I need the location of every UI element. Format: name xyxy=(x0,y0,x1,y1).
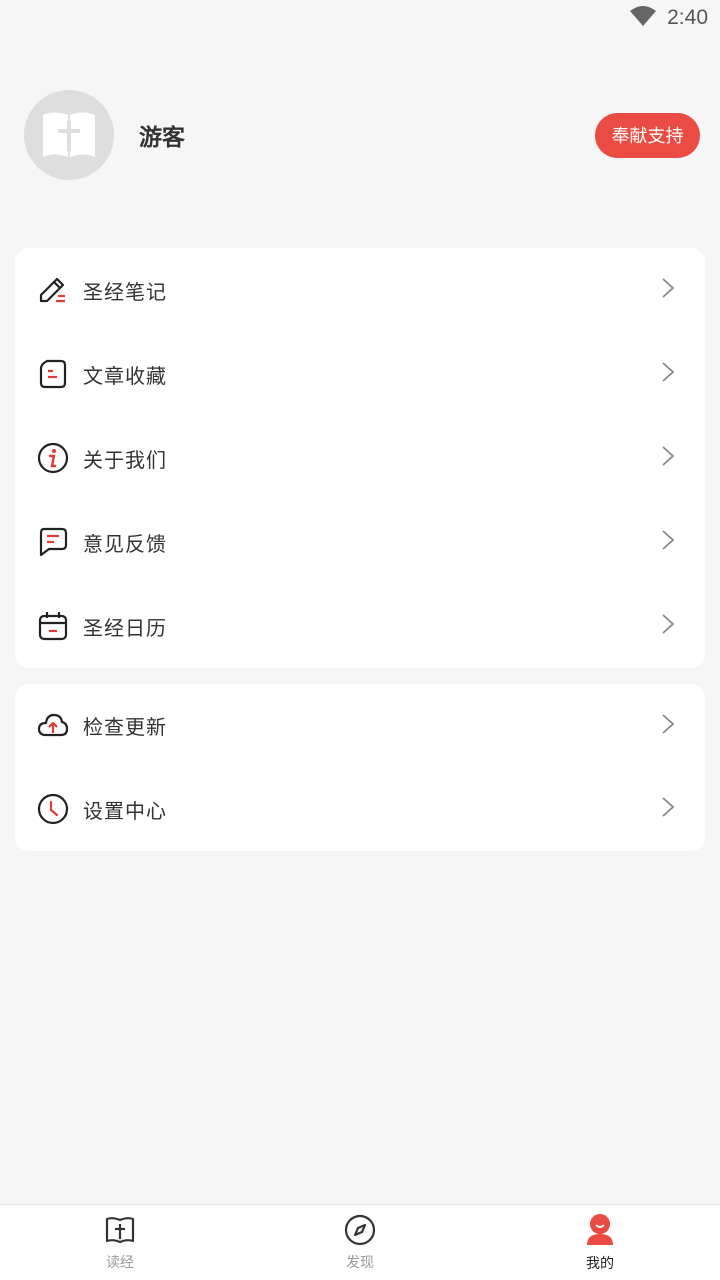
status-time: 2:40 xyxy=(667,6,708,29)
bible-avatar-icon xyxy=(43,112,95,157)
tab-label: 读经 xyxy=(106,1254,134,1271)
menu-item-settings-center[interactable]: 设置中心 xyxy=(15,768,705,852)
menu-item-label: 意见反馈 xyxy=(83,531,167,556)
menu-item-feedback[interactable]: 意见反馈 xyxy=(15,500,705,584)
status-bar: 2:40 xyxy=(0,0,720,36)
menu-item-label: 设置中心 xyxy=(83,798,167,823)
menu-item-about-us[interactable]: 关于我们 xyxy=(15,416,705,500)
cloud-upload-icon xyxy=(37,710,69,742)
compass-icon xyxy=(344,1214,376,1250)
feedback-chat-icon xyxy=(37,526,69,558)
chevron-right-icon xyxy=(661,713,675,739)
profile-header: 游客 奉献支持 xyxy=(24,90,700,180)
chevron-right-icon xyxy=(661,613,675,639)
menu-item-check-update[interactable]: 检查更新 xyxy=(15,684,705,768)
chevron-right-icon xyxy=(661,445,675,471)
calendar-icon xyxy=(37,610,69,642)
menu-item-label: 圣经日历 xyxy=(83,615,167,640)
chevron-right-icon xyxy=(661,529,675,555)
menu-item-label: 圣经笔记 xyxy=(83,279,167,304)
tab-read-bible[interactable]: 读经 xyxy=(0,1205,240,1280)
bookmark-collection-icon xyxy=(37,358,69,390)
chevron-right-icon xyxy=(661,796,675,822)
menu-item-label: 关于我们 xyxy=(83,447,167,472)
edit-note-icon xyxy=(37,274,69,306)
chevron-right-icon xyxy=(661,277,675,303)
menu-item-bible-notes[interactable]: 圣经笔记 xyxy=(15,248,705,332)
menu-item-label: 检查更新 xyxy=(83,715,167,740)
user-profile-icon xyxy=(584,1213,616,1251)
menu-card-main: 圣经笔记 文章收藏 关于我们 意见反馈 圣经日历 xyxy=(15,248,705,668)
bible-book-icon xyxy=(104,1214,136,1250)
wifi-icon xyxy=(629,5,657,31)
tab-label: 我的 xyxy=(586,1255,614,1272)
menu-card-system: 检查更新 设置中心 xyxy=(15,684,705,851)
menu-item-label: 文章收藏 xyxy=(83,363,167,388)
tab-discover[interactable]: 发现 xyxy=(240,1205,480,1280)
clock-settings-icon xyxy=(37,793,69,825)
username: 游客 xyxy=(139,125,185,151)
tab-label: 发现 xyxy=(346,1254,374,1271)
tab-mine[interactable]: 我的 xyxy=(480,1205,720,1280)
donate-button[interactable]: 奉献支持 xyxy=(595,112,700,158)
menu-item-article-favorites[interactable]: 文章收藏 xyxy=(15,332,705,416)
info-icon xyxy=(37,442,69,474)
avatar[interactable] xyxy=(24,90,114,180)
menu-item-bible-calendar[interactable]: 圣经日历 xyxy=(15,584,705,668)
bottom-tab-bar: 读经 发现 我的 xyxy=(0,1204,720,1280)
chevron-right-icon xyxy=(661,361,675,387)
